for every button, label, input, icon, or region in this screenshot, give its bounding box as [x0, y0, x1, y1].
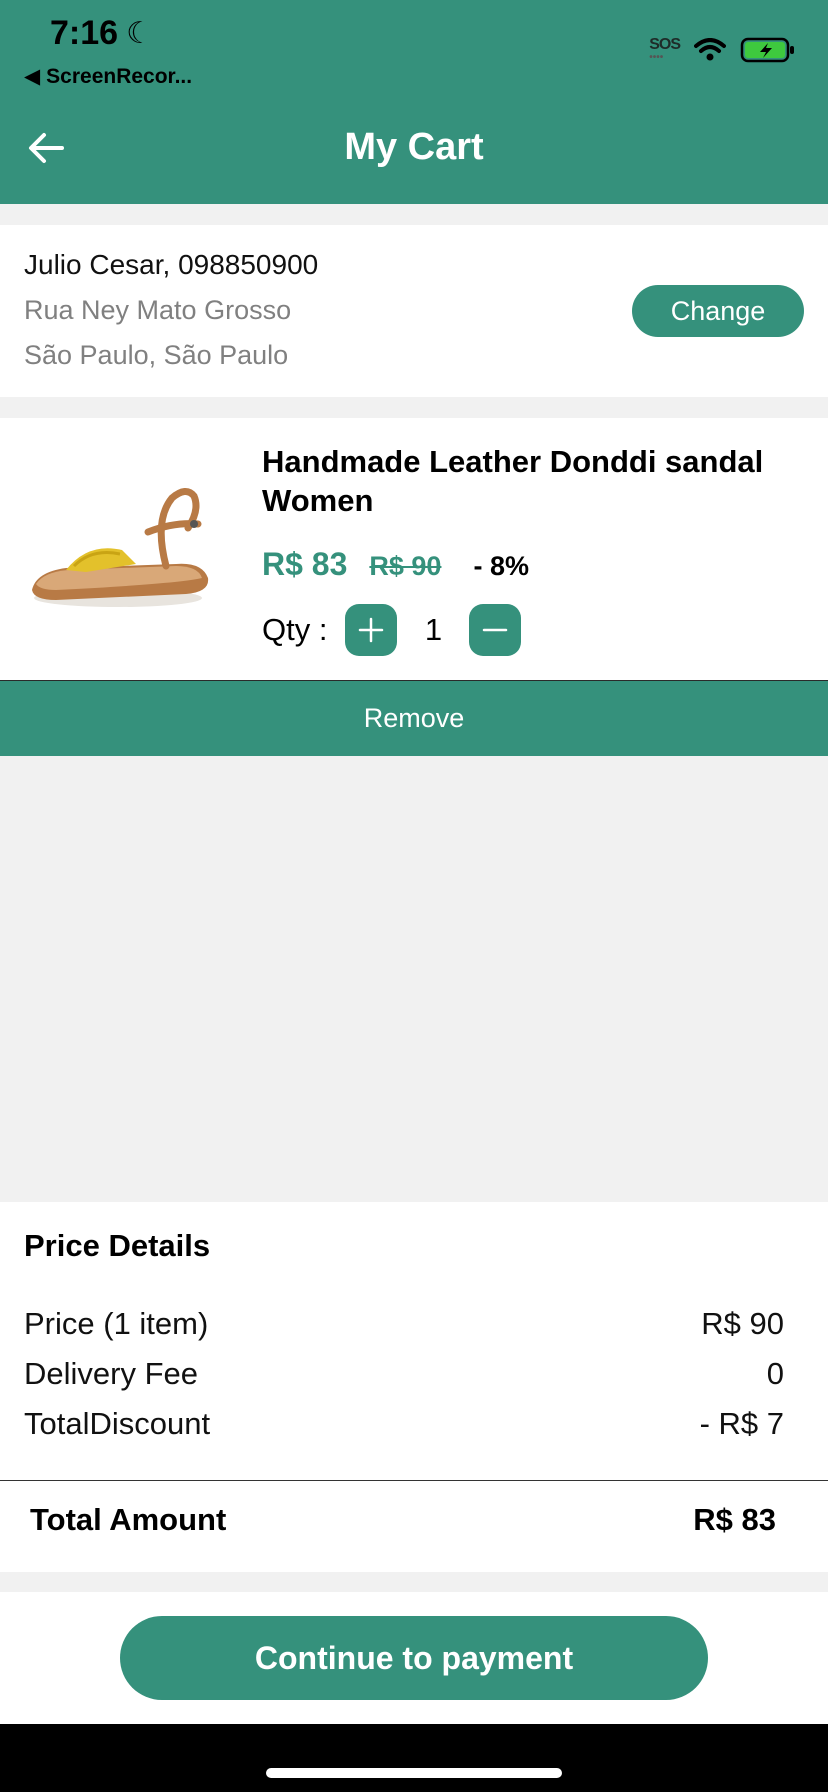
qty-value: 1	[424, 612, 443, 647]
moon-icon: ☾	[126, 17, 153, 50]
discount-percent: - 8%	[473, 551, 529, 581]
status-time: 7:16 ☾	[50, 14, 153, 53]
increase-qty-button[interactable]	[345, 604, 398, 656]
original-price: R$ 90	[369, 551, 442, 581]
product-title-line1: Handmade Leather Donddi sandal	[262, 444, 764, 479]
total-discount-row: TotalDiscount - R$ 7	[24, 1406, 784, 1442]
home-indicator[interactable]	[266, 1768, 562, 1778]
price-row-item: Price (1 item) R$ 90	[24, 1306, 784, 1342]
app-header: 7:16 ☾ ◀ ScreenRecor... SOS •••• My Cart	[0, 0, 828, 204]
change-address-button[interactable]: Change	[632, 285, 804, 337]
cart-item: Handmade Leather Donddi sandal Women R$ …	[0, 418, 828, 680]
sos-text: SOS	[649, 36, 681, 53]
address-name-phone: Julio Cesar, 098850900	[24, 249, 319, 280]
decrease-qty-button[interactable]	[469, 604, 522, 656]
remove-item-button[interactable]: Remove	[0, 680, 828, 756]
qty-label: Qty :	[262, 612, 328, 647]
price-details-card: Price Details Price (1 item) R$ 90 Deliv…	[0, 1202, 828, 1572]
back-app-label: ScreenRecor...	[46, 64, 193, 88]
total-discount-value: - R$ 7	[699, 1406, 784, 1441]
back-to-app-link[interactable]: ◀ ScreenRecor...	[24, 64, 192, 89]
quantity-stepper: Qty : 1	[262, 604, 522, 656]
product-title[interactable]: Handmade Leather Donddi sandal Women	[262, 442, 828, 520]
total-discount-label: TotalDiscount	[24, 1406, 211, 1441]
status-icons: SOS ••••	[649, 36, 796, 64]
price-label: Price (1 item)	[24, 1306, 209, 1341]
total-amount-value: R$ 83	[693, 1502, 776, 1537]
minus-icon	[483, 628, 508, 632]
divider	[0, 1480, 828, 1481]
total-amount-row: Total Amount R$ 83	[30, 1502, 776, 1538]
continue-to-payment-button[interactable]: Continue to payment	[120, 1616, 708, 1700]
price-value: R$ 90	[701, 1306, 784, 1341]
address-city: São Paulo, São Paulo	[24, 340, 289, 370]
price-details-title: Price Details	[24, 1228, 211, 1263]
product-title-line2: Women	[262, 483, 374, 518]
checkout-footer: Continue to payment	[0, 1592, 828, 1724]
sos-indicator: SOS ••••	[649, 36, 681, 63]
total-amount-label: Total Amount	[30, 1502, 227, 1537]
product-image[interactable]	[26, 480, 226, 610]
status-time-text: 7:16	[50, 14, 119, 52]
current-price: R$ 83	[262, 546, 348, 582]
address-card: Julio Cesar, 098850900 Rua Ney Mato Gros…	[0, 225, 828, 397]
delivery-fee-value: 0	[766, 1356, 784, 1391]
delivery-fee-label: Delivery Fee	[24, 1356, 198, 1391]
page-title: My Cart	[344, 126, 484, 168]
delivery-fee-row: Delivery Fee 0	[24, 1356, 784, 1392]
back-triangle-icon: ◀	[24, 65, 41, 88]
wifi-icon	[694, 38, 726, 61]
battery-icon	[740, 37, 794, 63]
price-row: R$ 83 R$ 90 - 8%	[262, 546, 529, 583]
home-indicator-area	[0, 1724, 828, 1792]
plus-icon	[359, 617, 384, 643]
address-street: Rua Ney Mato Grosso	[24, 295, 292, 325]
signal-dots-icon: ••••	[649, 52, 664, 63]
